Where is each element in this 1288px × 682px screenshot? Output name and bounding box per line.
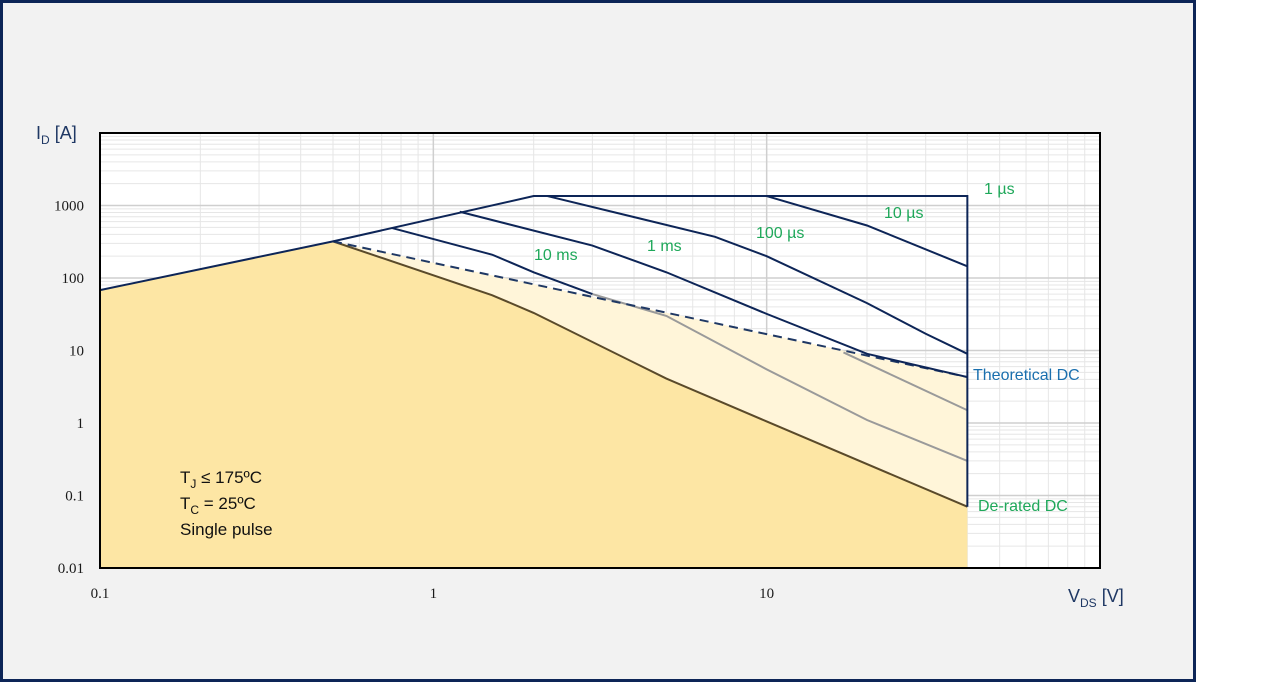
- x-tick-label: 1: [430, 586, 438, 602]
- x-axis-title: VDS [V]: [1068, 586, 1124, 610]
- y-tick-label: 0.01: [58, 561, 84, 577]
- label-derated-dc: De-rated DC: [978, 498, 1068, 515]
- label-theoretical-dc: Theoretical DC: [973, 367, 1080, 384]
- y-tick-label: 1: [77, 416, 85, 432]
- label-1us: 1 µs: [984, 181, 1015, 198]
- y-tick-label: 100: [62, 271, 85, 287]
- y-tick-label: 10: [69, 344, 84, 360]
- label-100us: 100 µs: [756, 225, 804, 242]
- label-10ms: 10 ms: [534, 247, 578, 264]
- condition-single-pulse: Single pulse: [180, 520, 273, 539]
- y-axis-title: ID [A]: [36, 123, 77, 147]
- soa-chart: 0.010.11101001000 0.1 1 10 ID [A] VDS [V] …: [36, 123, 1124, 610]
- x-tick-labels: 0.1 1 10: [91, 586, 775, 602]
- x-tick-label: 10: [759, 586, 774, 602]
- y-tick-label: 0.1: [65, 489, 84, 505]
- y-tick-labels: 0.01 0.1 1 10 100 1000: [54, 199, 84, 578]
- x-tick-label: 0.1: [91, 586, 110, 602]
- label-1ms: 1 ms: [647, 238, 682, 255]
- label-10us: 10 µs: [884, 205, 923, 222]
- y-tick-label: 1000: [54, 199, 84, 215]
